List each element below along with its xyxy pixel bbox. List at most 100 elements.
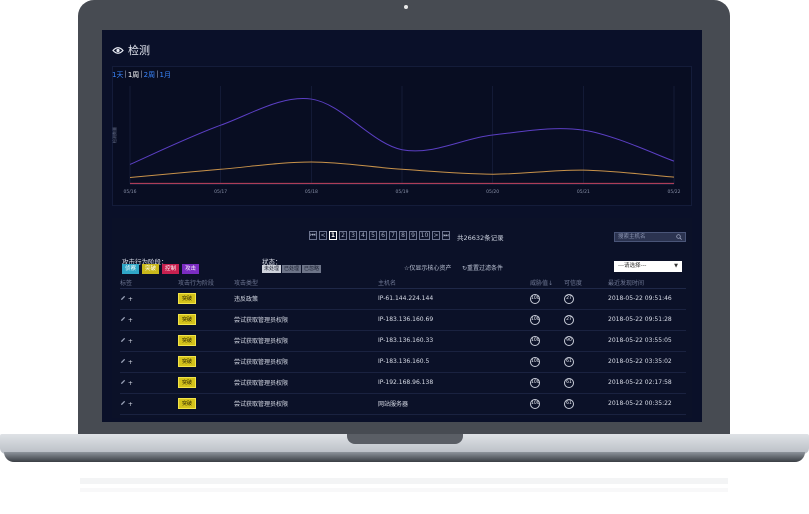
page-button[interactable]: 8	[399, 231, 407, 240]
col-stage[interactable]: 攻击行为阶段	[178, 278, 234, 289]
status-chip-processed[interactable]: 已处理	[282, 265, 302, 273]
tab-1-day[interactable]: 1天	[112, 70, 123, 80]
tag-cell[interactable]: +	[120, 351, 178, 373]
col-tag[interactable]: 标签	[120, 278, 178, 289]
tab-2-weeks[interactable]: 2周	[144, 70, 155, 80]
add-tag-icon[interactable]: +	[126, 380, 133, 387]
add-tag-icon[interactable]: +	[126, 296, 133, 303]
stage-chip-recon[interactable]: 侦察	[122, 264, 140, 274]
col-type[interactable]: 攻击类型	[234, 278, 378, 289]
x-tick-label: 05/17	[214, 189, 227, 195]
stage-badge: 突破	[178, 293, 197, 304]
prev-page-button[interactable]: <	[319, 231, 327, 240]
trust-cell: 27	[564, 288, 608, 310]
col-time[interactable]: 最近发现时间	[608, 278, 686, 289]
attack-type-link[interactable]: 尝试获取管理员权限	[234, 351, 378, 373]
x-tick-label: 05/16	[124, 189, 137, 195]
last-page-button[interactable]: ⏭	[442, 231, 450, 240]
tab-separator: |	[140, 70, 143, 78]
attack-type-link[interactable]: 违反政策	[234, 288, 378, 310]
status-chip-unprocessed[interactable]: 未处理	[262, 265, 282, 273]
tag-cell[interactable]: +	[120, 372, 178, 394]
x-tick-label: 05/19	[396, 189, 409, 195]
add-tag-icon[interactable]: +	[126, 359, 133, 366]
trust-cell: 61	[564, 372, 608, 394]
page-button[interactable]: 2	[339, 231, 347, 240]
attack-type-link[interactable]: 尝试获取管理员权限	[234, 372, 378, 394]
host-search-input[interactable]: 搜索主机名	[614, 232, 686, 242]
time-cell: 2018-05-22 02:17:58	[608, 372, 686, 394]
page-button[interactable]: 4	[359, 231, 367, 240]
stage-chip-attack[interactable]: 攻击	[182, 264, 200, 274]
page-button[interactable]: 9	[409, 231, 417, 240]
threat-cell: 100	[530, 288, 564, 310]
camera-dot	[404, 5, 408, 9]
tab-1-week[interactable]: 1周	[128, 70, 139, 80]
first-page-button[interactable]: ⏮	[309, 231, 317, 240]
page-header: 检测	[112, 40, 150, 60]
add-tag-icon[interactable]: +	[126, 401, 133, 408]
status-chip-ignored[interactable]: 已忽略	[302, 265, 322, 273]
time-cell: 2018-05-22 03:55:05	[608, 330, 686, 352]
filter-select[interactable]: ---请选择--- ▼	[614, 261, 682, 272]
x-tick-label: 05/18	[305, 189, 318, 195]
host-cell: IP-183.136.160.33	[378, 330, 530, 352]
trust-score: 27	[564, 293, 574, 304]
app-screen: 检测 1天 | 1周 | 2周 | 1月 05/16 05/17 05/18 05/1…	[102, 30, 702, 422]
tab-separator: |	[156, 70, 159, 78]
page-button[interactable]: 1	[329, 231, 337, 240]
time-cell: 2018-05-22 00:35:22	[608, 393, 686, 415]
core-assets-label: 仅显示核心资产	[409, 265, 452, 272]
page-button[interactable]: 6	[379, 231, 387, 240]
tag-cell[interactable]: +	[120, 288, 178, 310]
table-row[interactable]: + 突破 尝试获取管理员权限 IP-192.168.96.138 100 61 2018-0…	[120, 372, 686, 394]
tag-cell[interactable]: +	[120, 393, 178, 415]
stage-chip-control[interactable]: 控制	[162, 264, 180, 274]
table-row[interactable]: + 突破 违反政策 IP-61.144.224.144 100 27 2018-05-22 …	[120, 288, 686, 310]
stage-cell: 突破	[178, 393, 234, 415]
col-trust[interactable]: 可信度	[564, 278, 608, 289]
table-row[interactable]: + 突破 尝试获取管理员权限 网站服务器 100 61 2018-05-22 00:35:2…	[120, 393, 686, 415]
eye-icon	[112, 46, 124, 54]
time-cell: 2018-05-22 09:51:28	[608, 309, 686, 331]
add-tag-icon[interactable]: +	[126, 338, 133, 345]
add-tag-icon[interactable]: +	[126, 317, 133, 324]
col-host[interactable]: 主机名	[378, 278, 530, 289]
threat-cell: 100	[530, 309, 564, 331]
host-cell: 网站服务器	[378, 393, 530, 415]
x-tick-label: 05/20	[486, 189, 499, 195]
stage-badge: 突破	[178, 314, 197, 325]
search-icon[interactable]	[676, 234, 682, 240]
table-row[interactable]: + 突破 尝试获取管理员权限 IP-183.136.160.5 100 61 2018-05…	[120, 351, 686, 373]
host-cell: IP-61.144.224.144	[378, 288, 530, 310]
threat-cell: 100	[530, 372, 564, 394]
core-assets-toggle[interactable]: ☆仅显示核心资产	[404, 263, 451, 272]
filter-select-value: ---请选择---	[618, 263, 647, 269]
sort-icon: ↓	[548, 280, 554, 288]
col-threat[interactable]: 威胁值↓	[530, 278, 564, 289]
table-row[interactable]: + 突破 尝试获取管理员权限 IP-183.136.160.69 100 27 2018-0…	[120, 309, 686, 331]
page-button[interactable]: 5	[369, 231, 377, 240]
reset-filters-button[interactable]: ↻重置过滤条件	[462, 263, 503, 272]
attack-type-link[interactable]: 尝试获取管理员权限	[234, 330, 378, 352]
laptop-base-edge	[4, 452, 805, 462]
page-button[interactable]: 10	[419, 231, 430, 240]
stage-chip-breach[interactable]: 突破	[142, 264, 160, 274]
search-placeholder: 搜索主机名	[618, 234, 646, 240]
page-button[interactable]: 3	[349, 231, 357, 240]
attack-type-link[interactable]: 尝试获取管理员权限	[234, 393, 378, 415]
tag-cell[interactable]: +	[120, 330, 178, 352]
next-page-button[interactable]: >	[432, 231, 440, 240]
table-row[interactable]: + 突破 尝试获取管理员权限 IP-183.136.160.33 100 90 2018-0…	[120, 330, 686, 352]
status-chips: 未处理 已处理 已忽略	[262, 265, 322, 273]
x-tick-label: 05/21	[577, 189, 590, 195]
detection-trend-chart: 05/16 05/17 05/18 05/19 05/20 05/21 05/22 检测数量	[112, 86, 681, 195]
total-records: 共26632条记录	[457, 234, 504, 242]
tab-1-month[interactable]: 1月	[159, 70, 170, 80]
trust-cell: 61	[564, 393, 608, 415]
attack-stage-chips: 侦察 突破 控制 攻击	[122, 264, 200, 274]
threat-score: 100	[530, 398, 540, 409]
tag-cell[interactable]: +	[120, 309, 178, 331]
attack-type-link[interactable]: 尝试获取管理员权限	[234, 309, 378, 331]
page-button[interactable]: 7	[389, 231, 397, 240]
